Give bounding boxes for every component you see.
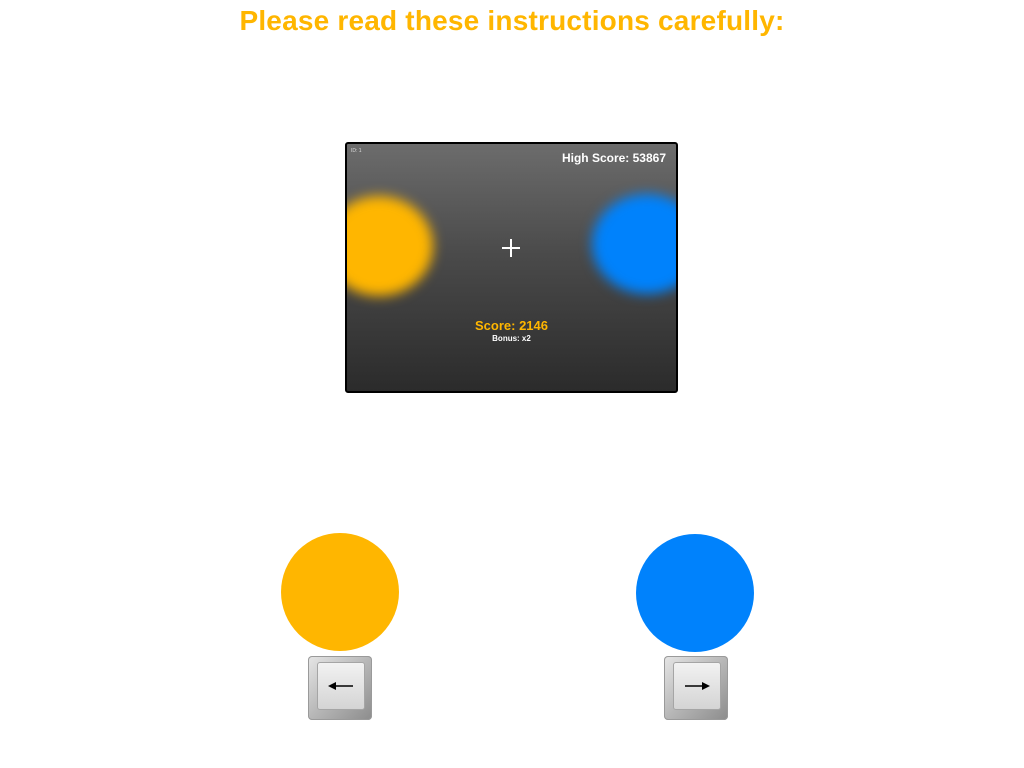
bonus-label: Bonus: x2	[492, 334, 531, 343]
right-blue-target	[592, 194, 676, 294]
left-arrow-key	[308, 656, 372, 720]
game-id-label: ID: 1	[351, 148, 362, 154]
left-orange-target	[347, 196, 433, 296]
game-screen-example: ID: 1 High Score: 53867 Score: 2146 Bonu…	[345, 142, 678, 393]
instructions-page: Please read these instructions carefully…	[0, 0, 1024, 768]
blue-circle	[636, 534, 754, 652]
crosshair-icon	[502, 239, 520, 257]
orange-circle	[281, 533, 399, 651]
left-arrow-key-icon	[328, 681, 354, 691]
right-arrow-key	[664, 656, 728, 720]
right-arrow-key-icon	[684, 681, 710, 691]
instructions-title: Please read these instructions carefully…	[239, 5, 785, 36]
high-score-label: High Score: 53867	[561, 151, 666, 165]
score-label: Score: 2146	[475, 318, 548, 333]
